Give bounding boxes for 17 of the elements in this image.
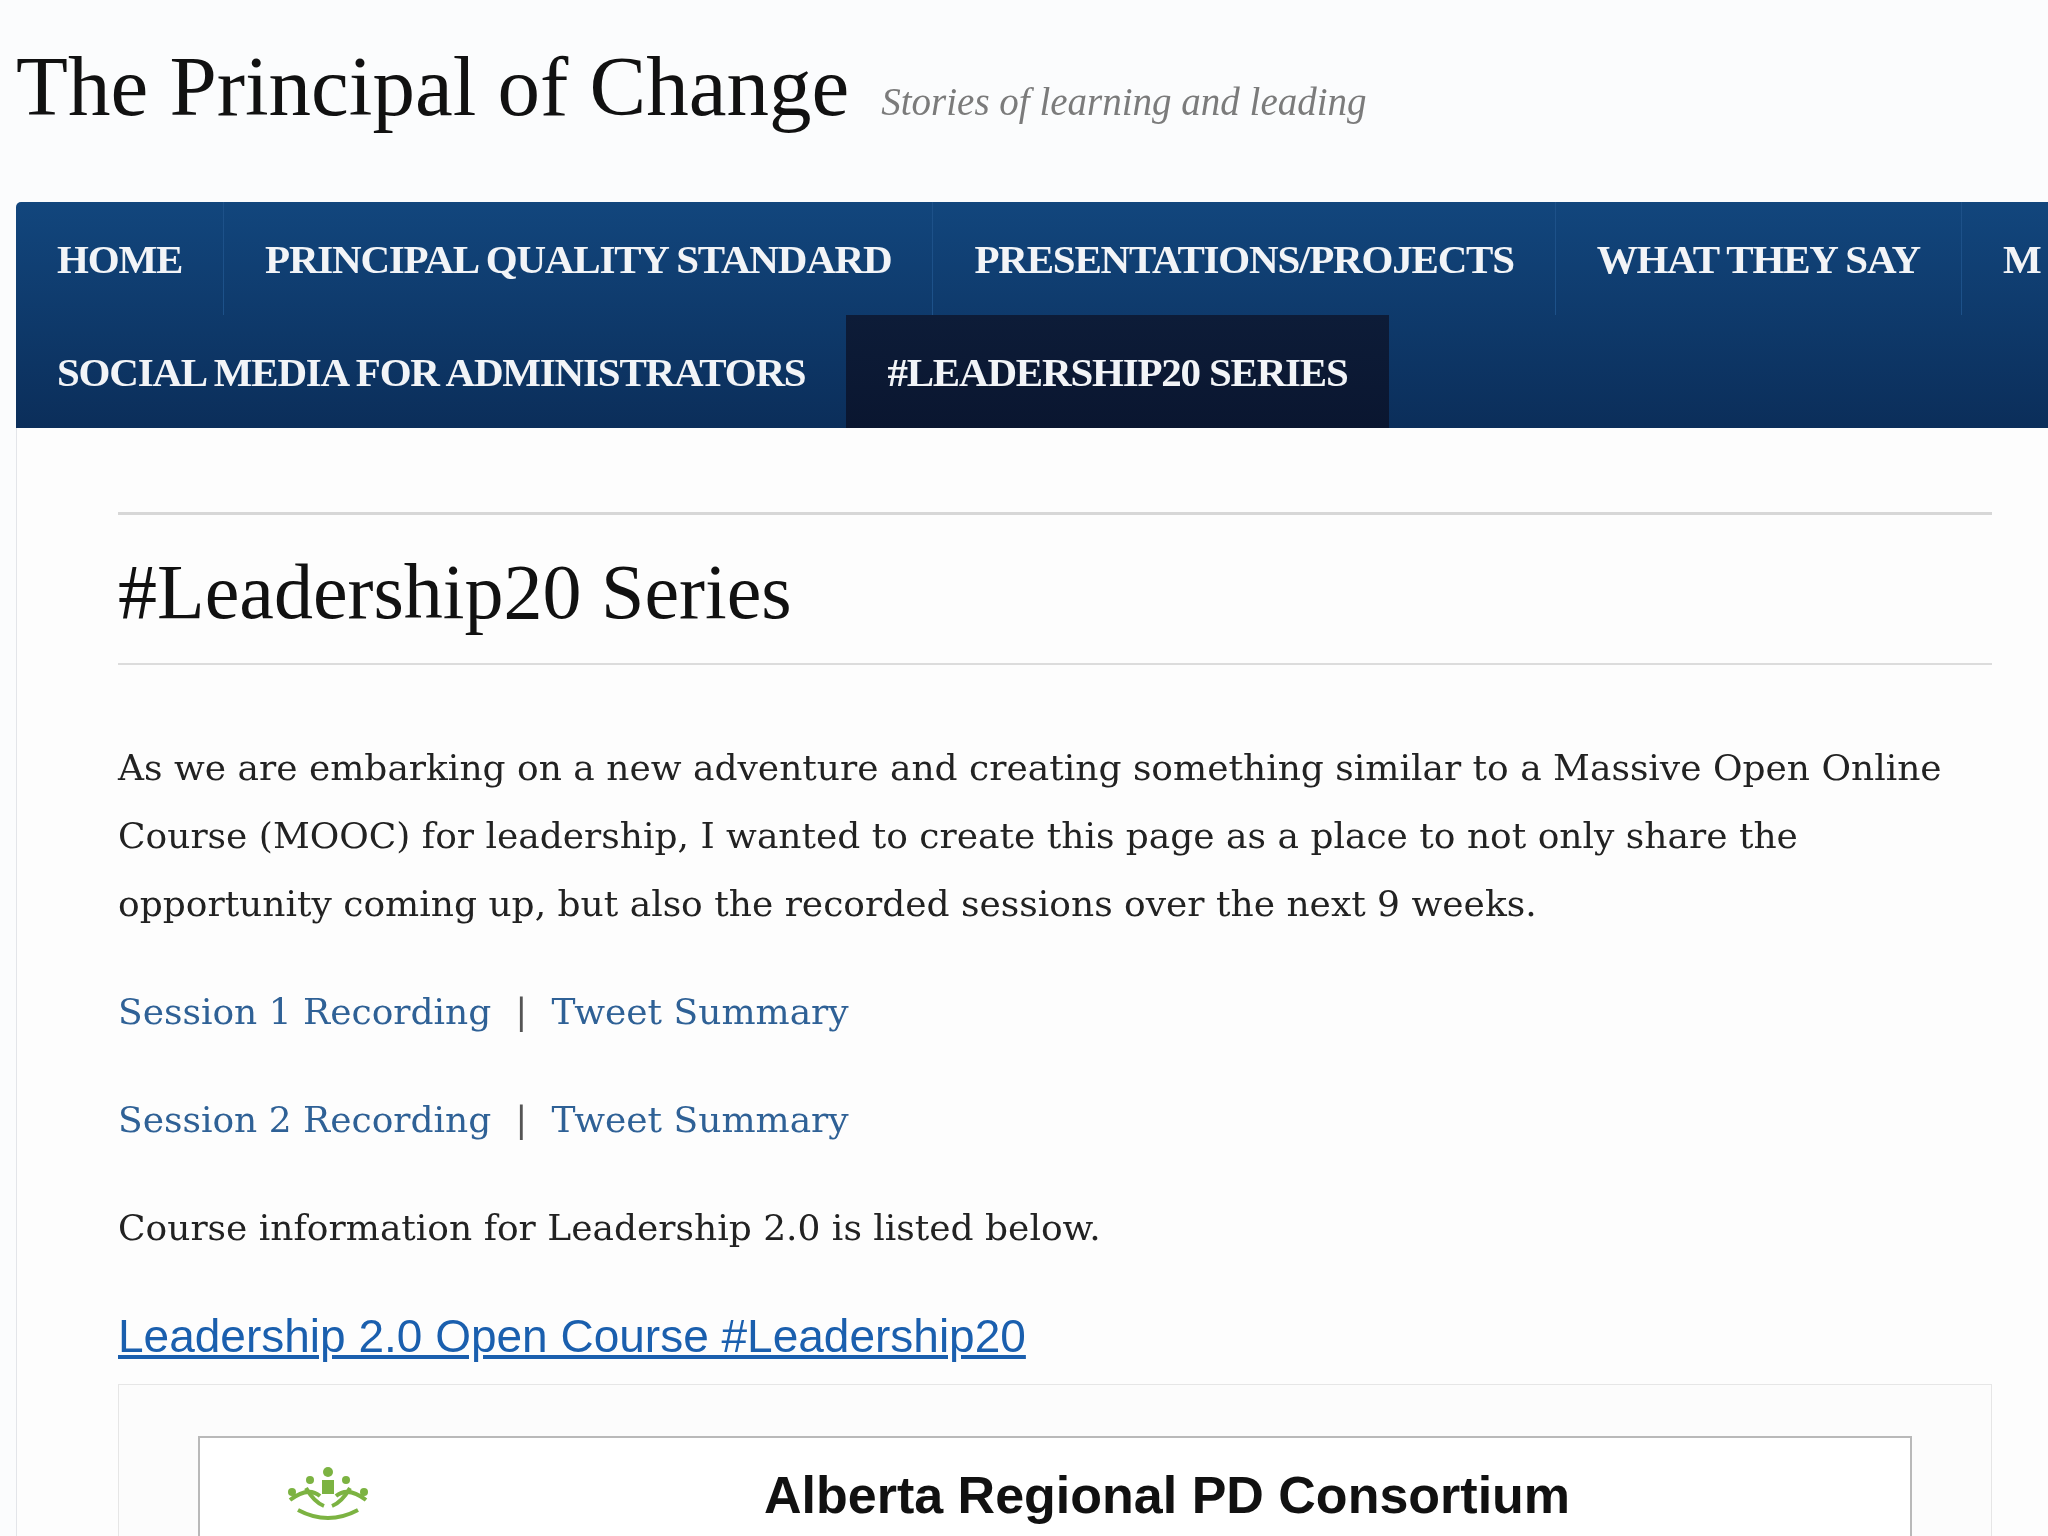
link-separator: | (515, 1098, 528, 1142)
page-title: #Leadership20 Series (118, 547, 793, 637)
nav-item[interactable]: WHAT THEY SAY (1554, 202, 1961, 315)
nav-item[interactable]: HOME (16, 202, 224, 315)
tweet-summary-link[interactable]: Tweet Summary (551, 1086, 849, 1154)
course-link[interactable]: Leadership 2.0 Open Course #Leadership20 (118, 1310, 1026, 1362)
intro-paragraph: As we are embarking on a new adventure and creating something similar to a Massive Open Online Course (MOOC) for leadership, I wanted to create this page as a place to not only share the opportunity coming up, but also the recorded sessions over the next 9 weeks. (118, 746, 1943, 926)
document-heading: Alberta Regional PD Consortium (764, 1466, 1571, 1524)
tweet-summary-link[interactable]: Tweet Summary (551, 978, 849, 1046)
course-note: Course information for Leadership 2.0 is listed below. (118, 1206, 1102, 1250)
session-recording-link[interactable]: Session 2 Recording (118, 1086, 492, 1154)
link-separator: | (515, 990, 528, 1034)
session-recording-link[interactable]: Session 1 Recording (118, 978, 492, 1046)
site-tagline: Stories of learning and leading (881, 79, 1367, 124)
nav-item[interactable]: M (1960, 202, 2048, 315)
nav-item[interactable]: #LEADERSHIP20 SERIES (846, 315, 1389, 428)
nav-item[interactable]: SOCIAL MEDIA FOR ADMINISTRATORS (16, 315, 847, 428)
